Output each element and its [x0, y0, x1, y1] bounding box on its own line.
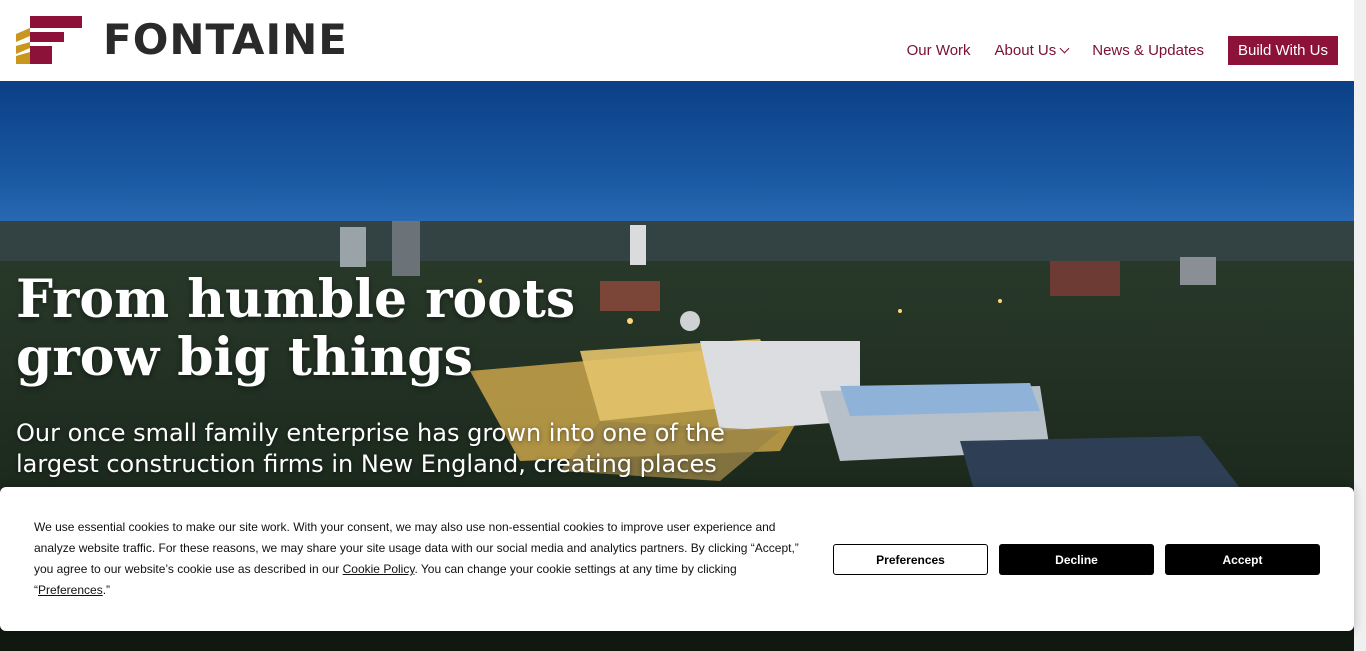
- accept-button[interactable]: Accept: [1165, 544, 1320, 575]
- cookie-banner-text: We use essential cookies to make our sit…: [34, 517, 804, 601]
- site-header: FONTAINE Our Work About Us News & Update…: [0, 0, 1354, 81]
- page-scrollbar[interactable]: [1354, 0, 1366, 651]
- hero-title-line-2: grow big things: [16, 327, 473, 388]
- brand-name: FONTAINE: [103, 15, 348, 64]
- main-nav: Our Work About Us News & Updates Build W…: [883, 36, 1338, 65]
- hero-subtitle: Our once small family enterprise has gro…: [16, 419, 725, 478]
- decline-button[interactable]: Decline: [999, 544, 1154, 575]
- build-with-us-button[interactable]: Build With Us: [1227, 36, 1338, 65]
- cookie-banner: We use essential cookies to make our sit…: [0, 487, 1354, 631]
- hero-title: From humble roots grow big things: [16, 271, 575, 387]
- cookie-policy-link[interactable]: Cookie Policy: [343, 562, 415, 576]
- chevron-down-icon: [1059, 43, 1070, 53]
- nav-our-work[interactable]: Our Work: [907, 37, 971, 65]
- nav-about-us[interactable]: About Us: [994, 37, 1070, 65]
- cookie-text-end: .”: [102, 583, 111, 597]
- fontaine-logo-icon: [16, 16, 82, 64]
- page: FONTAINE Our Work About Us News & Update…: [0, 0, 1366, 651]
- hero-title-line-1: From humble roots: [16, 269, 576, 330]
- preferences-button[interactable]: Preferences: [833, 544, 988, 575]
- nav-about-us-label: About Us: [994, 41, 1057, 59]
- logo[interactable]: FONTAINE: [16, 16, 348, 64]
- preferences-link[interactable]: Preferences: [38, 583, 103, 597]
- nav-news-updates[interactable]: News & Updates: [1092, 37, 1204, 65]
